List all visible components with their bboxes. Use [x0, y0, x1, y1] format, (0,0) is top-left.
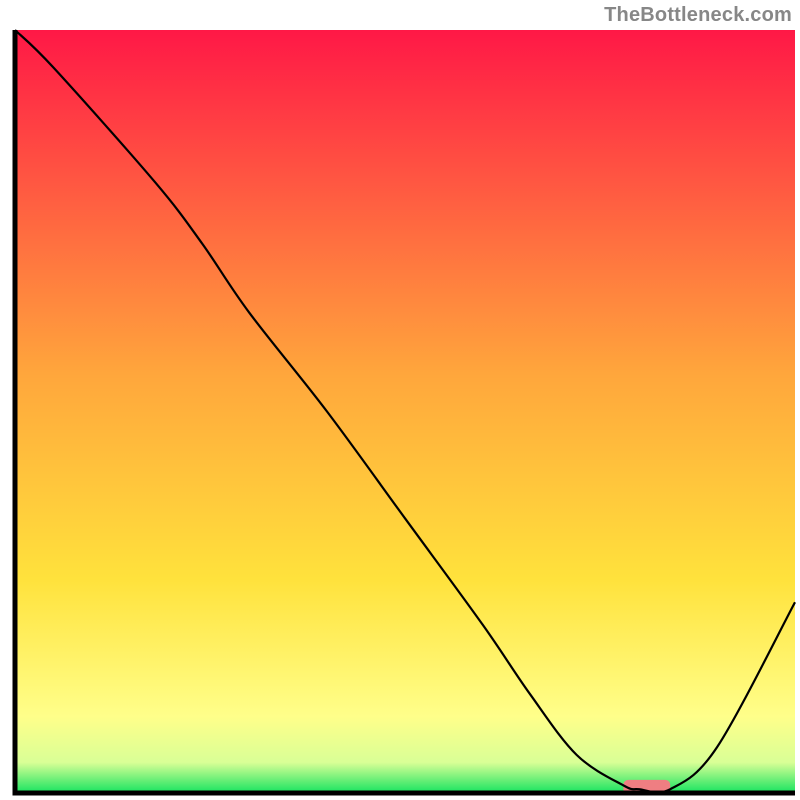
plot-background: [15, 30, 795, 793]
watermark-text: TheBottleneck.com: [604, 4, 792, 27]
chart-svg: [0, 0, 800, 800]
bottleneck-chart: TheBottleneck.com: [0, 0, 800, 800]
